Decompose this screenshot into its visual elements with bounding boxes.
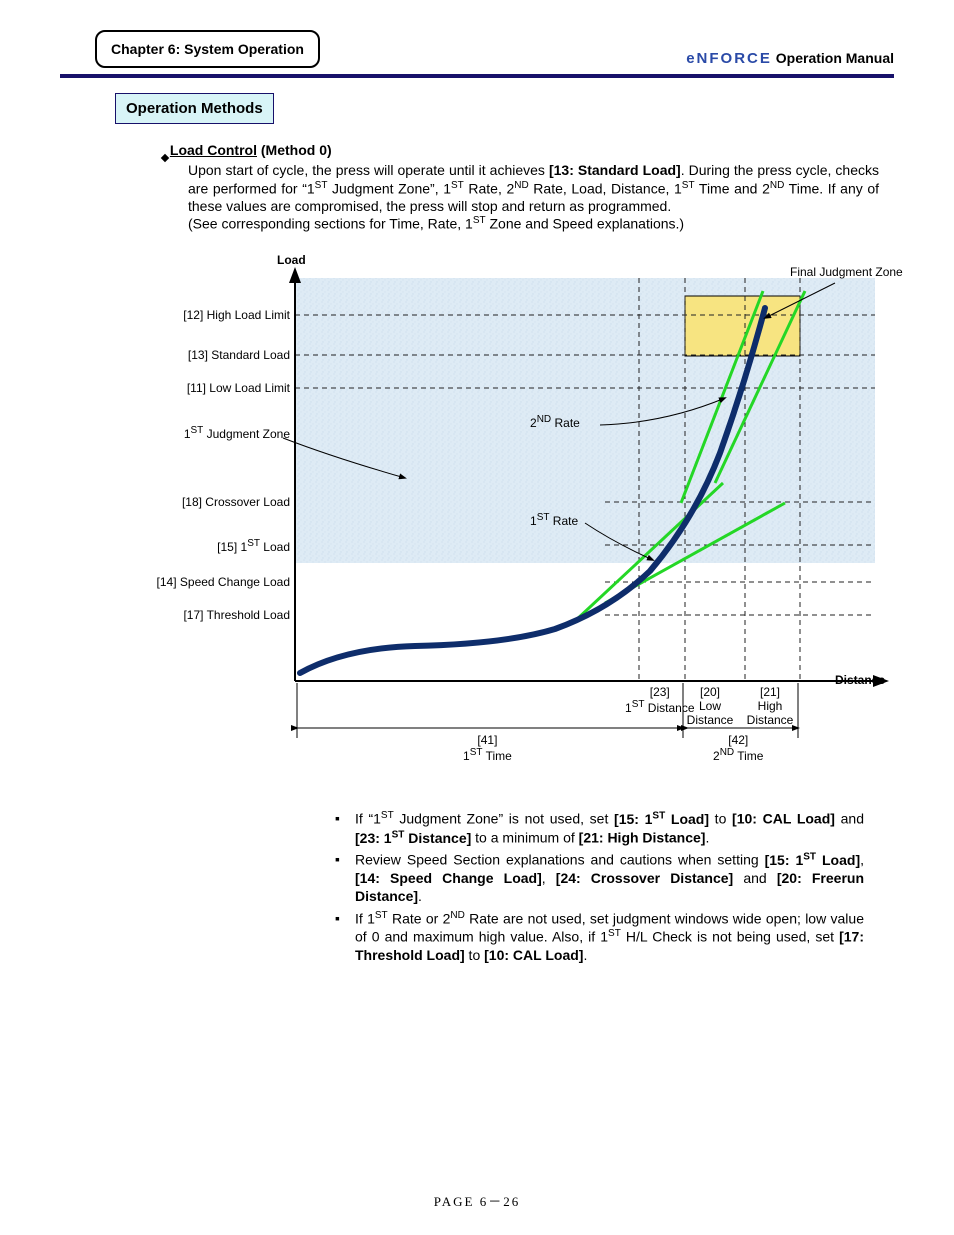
intro-paragraph: Upon start of cycle, the press will oper… (188, 162, 879, 233)
x-axis-title: Distance (835, 673, 885, 687)
page: Chapter 6: System Operation eNFORCE Oper… (0, 0, 954, 1235)
second-rate-label: 2ND Rate (530, 414, 580, 430)
y-label-high_load: [12] High Load Limit (110, 308, 290, 322)
page-header: Chapter 6: System Operation eNFORCE Oper… (60, 30, 894, 68)
chapter-box: Chapter 6: System Operation (95, 30, 320, 68)
x-label-21: [21]HighDistance (735, 685, 805, 727)
doc-type: Operation Manual (776, 50, 894, 66)
header-divider (60, 74, 894, 78)
note-item-1: If “1ST Judgment Zone” is not used, set … (335, 810, 864, 847)
method-heading: Load Control (Method 0) (160, 142, 879, 158)
note-item-2: Review Speed Section explanations and ca… (335, 851, 864, 905)
brand-logo-text: eNFORCE (686, 50, 772, 67)
y-axis-title: Load (277, 253, 306, 267)
note-item-3: If 1ST Rate or 2ND Rate are not used, se… (335, 910, 864, 965)
method-title-underline: Load Control (170, 142, 257, 158)
y-label-first_judgment: 1ST Judgment Zone (110, 425, 290, 441)
y-label-threshold_load: [17] Threshold Load (110, 608, 290, 622)
header-title-group: eNFORCE Operation Manual (686, 50, 894, 67)
y-label-first_load: [15] 1ST Load (110, 538, 290, 554)
y-label-speed_change: [14] Speed Change Load (110, 575, 290, 589)
section-title-box: Operation Methods (115, 93, 274, 124)
notes-list: If “1ST Judgment Zone” is not used, set … (295, 810, 864, 965)
method-title-suffix: (Method 0) (257, 142, 332, 158)
x-label-42: [42]2ND Time (713, 733, 763, 763)
content-area: Load Control (Method 0) Upon start of cy… (160, 142, 879, 965)
load-distance-chart: Load Distance Final Judgment Zone [12] H… (105, 253, 925, 788)
final-zone-label: Final Judgment Zone (790, 265, 903, 279)
y-label-standard_load: [13] Standard Load (110, 348, 290, 362)
x-label-41: [41]1ST Time (463, 733, 512, 763)
y-label-low_load: [11] Low Load Limit (110, 381, 290, 395)
page-footer: PAGE 6－26 (0, 1191, 954, 1210)
first-rate-label: 1ST Rate (530, 512, 578, 528)
y-label-crossover_load: [18] Crossover Load (110, 495, 290, 509)
